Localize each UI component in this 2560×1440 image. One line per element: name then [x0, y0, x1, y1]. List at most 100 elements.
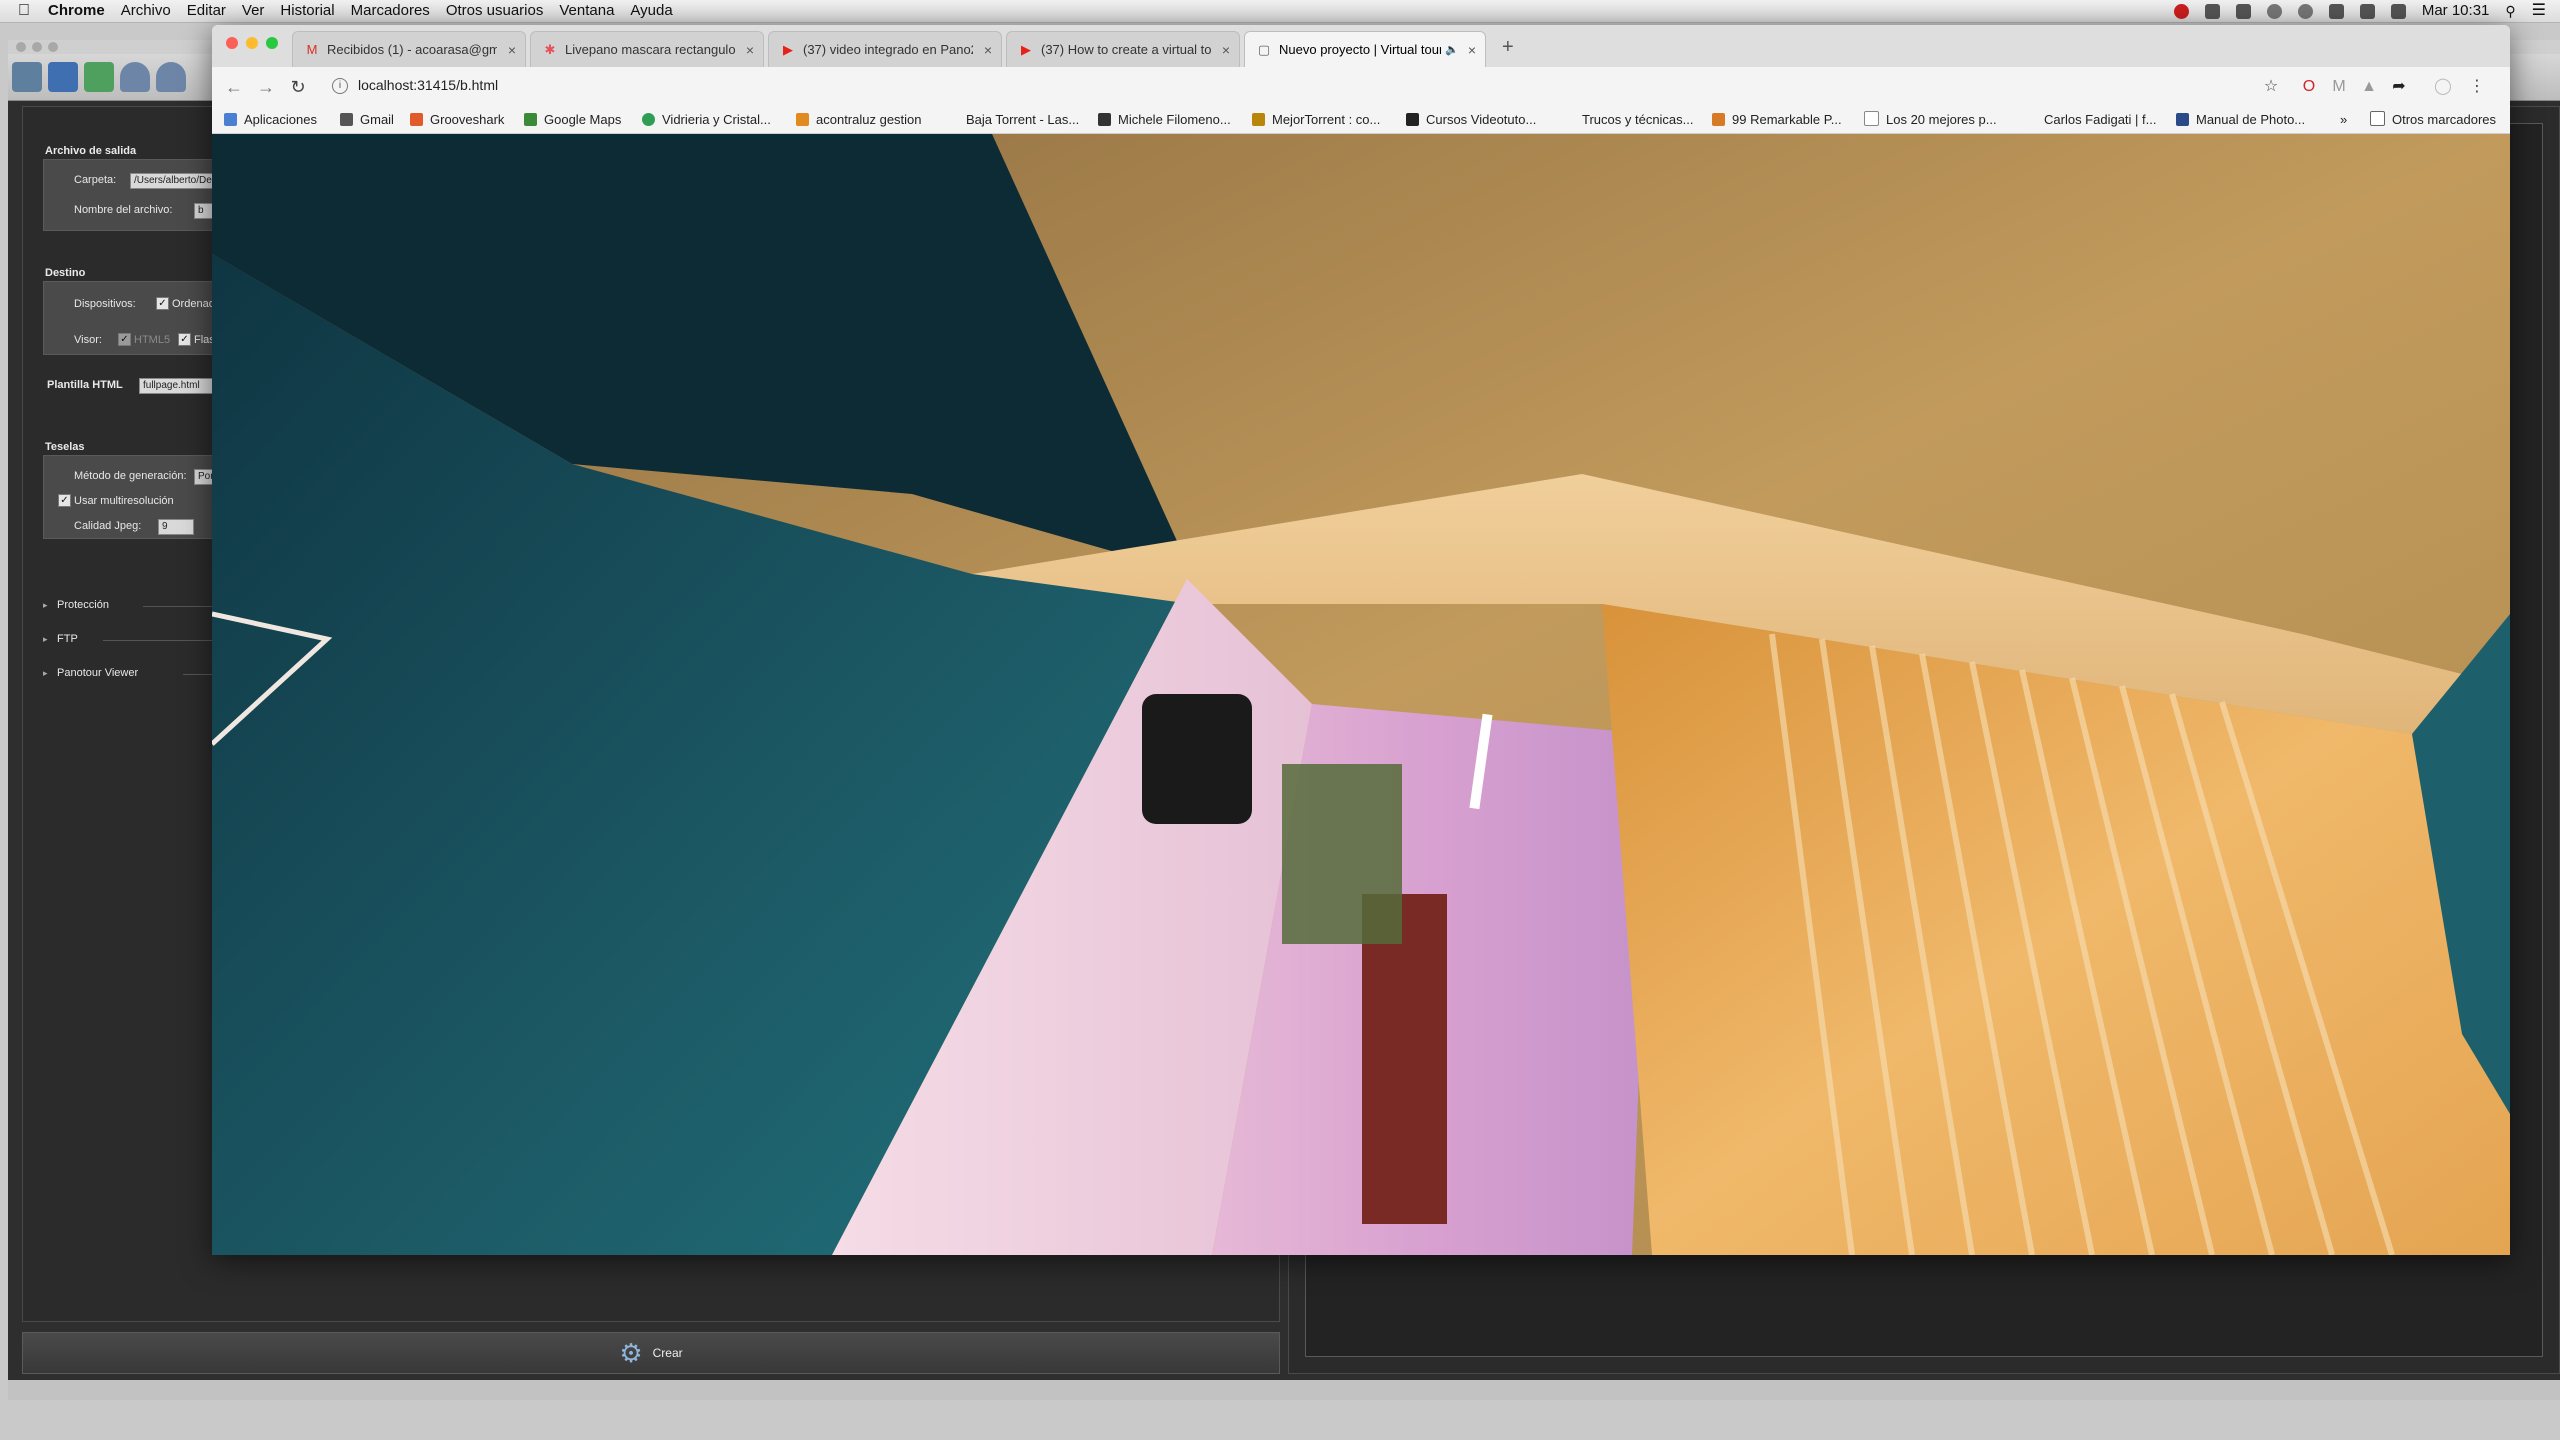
tab-youtube-video-pano2vr[interactable]: ▶ (37) video integrado en Pano2VR ×	[768, 31, 1002, 68]
wifi-tray-icon[interactable]	[2359, 3, 2375, 19]
viewer-html5-checkbox[interactable]: ✓	[118, 333, 131, 346]
bookmark-otros-marcadores[interactable]: Otros marcadores	[2370, 107, 2496, 133]
chrome-menu-icon[interactable]: ⋮	[2468, 78, 2486, 96]
bookmark-carlos-fadigati[interactable]: Carlos Fadigati | f...	[2044, 107, 2156, 133]
address-bar-url: localhost:31415/b.html	[358, 77, 499, 93]
tab-title: Recibidos (1) - acoarasa@gmail.com	[327, 42, 497, 57]
menu-ventana[interactable]: Ventana	[559, 0, 614, 22]
bookmark-cursos-videotuto[interactable]: Cursos Videotuto...	[1406, 107, 1536, 133]
new-tab-button[interactable]: +	[1502, 37, 1514, 57]
gmail-icon: M	[306, 42, 318, 57]
tab-title: Livepano mascara rectangulo	[565, 42, 735, 57]
zoom-window-button[interactable]	[266, 37, 278, 49]
jpeg-quality-stepper[interactable]: 9	[158, 519, 194, 535]
drive-extension-icon[interactable]: ▲	[2360, 78, 2378, 96]
time-machine-tray-icon[interactable]	[2297, 3, 2313, 19]
tab-gmail[interactable]: M Recibidos (1) - acoarasa@gmail.com ×	[292, 31, 526, 68]
bookmark-baja-torrent[interactable]: Baja Torrent - Las...	[966, 107, 1079, 133]
bookmark-label: Baja Torrent - Las...	[966, 112, 1080, 127]
bookmark-vidrieria[interactable]: Vidrieria y Cristal...	[642, 107, 771, 133]
add-panorama-icon[interactable]	[84, 62, 114, 92]
bookmark-star-icon[interactable]: ☆	[2262, 78, 2280, 96]
menu-archivo[interactable]: Archivo	[121, 0, 171, 22]
viewer-html5-label: HTML5	[134, 334, 171, 346]
panorama-viewer[interactable]	[212, 134, 2510, 1255]
address-bar[interactable]: i localhost:31415/b.html	[332, 77, 499, 95]
redo-icon[interactable]	[156, 62, 186, 92]
new-project-icon[interactable]	[12, 62, 42, 92]
bookmark-mejortorrent[interactable]: MejorTorrent : co...	[1252, 107, 1380, 133]
battery-tray-icon[interactable]	[2390, 3, 2406, 19]
section-proteccion[interactable]: Protección	[43, 599, 109, 611]
bluetooth-tray-icon[interactable]	[2328, 3, 2344, 19]
menu-marcadores[interactable]: Marcadores	[351, 0, 430, 22]
bookmark-google-maps[interactable]: Google Maps	[524, 107, 621, 133]
gmail-extension-icon[interactable]: M	[2330, 78, 2348, 96]
forward-arrow-icon[interactable]: →	[254, 75, 278, 99]
tab-nuevo-proyecto[interactable]: ▢ Nuevo proyecto | Virtual tour 🔈 ×	[1244, 31, 1486, 68]
tab-livepano[interactable]: ✱ Livepano mascara rectangulo ×	[530, 31, 764, 68]
save-icon[interactable]	[48, 62, 78, 92]
sync-tray-icon[interactable]	[2266, 3, 2282, 19]
bookmark-gmail[interactable]: Gmail	[340, 107, 394, 133]
close-tab-icon[interactable]: ×	[508, 32, 516, 68]
vodafone-tray-icon[interactable]	[2173, 3, 2189, 19]
page-viewport[interactable]	[212, 134, 2510, 1255]
speaker-icon[interactable]: 🔈	[1445, 32, 1459, 68]
menu-app-name[interactable]: Chrome	[48, 0, 105, 22]
notification-center-icon[interactable]: ☰	[2532, 0, 2546, 22]
close-tab-icon[interactable]: ×	[984, 32, 992, 68]
close-tab-icon[interactable]: ×	[1468, 32, 1476, 68]
devices-computer-checkbox[interactable]: ✓	[156, 297, 169, 310]
bookmark-aplicaciones[interactable]: Aplicaciones	[224, 107, 317, 133]
create-button[interactable]: ⚙ Crear	[22, 1332, 1280, 1374]
viewer-flash-checkbox[interactable]: ✓	[178, 333, 191, 346]
minimize-window-button[interactable]	[246, 37, 258, 49]
apple-menu-icon[interactable]: 	[18, 0, 32, 22]
template-label: Plantilla HTML	[47, 379, 123, 391]
bookmark-acontraluz[interactable]: acontraluz gestion	[796, 107, 922, 133]
panotour-minimize-button[interactable]	[32, 42, 42, 52]
panotour-zoom-button[interactable]	[48, 42, 58, 52]
tab-youtube-virtual-tour[interactable]: ▶ (37) How to create a virtual tour ×	[1006, 31, 1240, 68]
undo-icon[interactable]	[120, 62, 150, 92]
opera-extension-icon[interactable]: O	[2300, 78, 2318, 96]
menu-ayuda[interactable]: Ayuda	[630, 0, 672, 22]
profile-icon[interactable]: ◯	[2434, 78, 2452, 96]
share-extension-icon[interactable]: ➦	[2390, 78, 2408, 96]
menubar-clock[interactable]: Mar 10:31	[2422, 0, 2490, 22]
back-arrow-icon[interactable]: ←	[222, 75, 246, 99]
bookmark-michele-filomeno[interactable]: Michele Filomeno...	[1098, 107, 1231, 133]
bookmark-manual-photoshop[interactable]: Manual de Photo...	[2176, 107, 2305, 133]
youtube-icon: ▶	[1021, 42, 1031, 57]
menu-ver[interactable]: Ver	[242, 0, 265, 22]
reload-icon[interactable]: ↻	[286, 75, 310, 99]
dropbox-tray-icon[interactable]	[2204, 3, 2220, 19]
bookmark-grooveshark[interactable]: Grooveshark	[410, 107, 504, 133]
info-icon[interactable]: i	[332, 78, 348, 95]
tiles-section-title: Teselas	[45, 441, 85, 453]
spotlight-search-icon[interactable]: ⚲	[2505, 0, 2515, 22]
bookmark-trucos-tecnicas[interactable]: Trucos y técnicas...	[1582, 107, 1694, 133]
close-window-button[interactable]	[226, 37, 238, 49]
jpeg-quality-label: Calidad Jpeg:	[74, 520, 142, 532]
livepano-icon: ✱	[544, 42, 556, 57]
google-icon	[340, 113, 353, 126]
menu-editar[interactable]: Editar	[187, 0, 226, 22]
manual-icon	[2176, 113, 2189, 126]
bookmark-los-20-mejores[interactable]: Los 20 mejores p...	[1864, 107, 1997, 133]
multires-checkbox[interactable]: ✓	[58, 494, 71, 507]
section-panotour-viewer[interactable]: Panotour Viewer	[43, 667, 138, 679]
bookmarks-overflow-chevron-icon[interactable]: »	[2340, 107, 2347, 133]
volume-tray-icon[interactable]	[2235, 3, 2251, 19]
menu-otros-usuarios[interactable]: Otros usuarios	[446, 0, 544, 22]
menu-historial[interactable]: Historial	[280, 0, 334, 22]
bookmark-99-remarkable[interactable]: 99 Remarkable P...	[1712, 107, 1842, 133]
vidrieria-icon	[642, 113, 655, 126]
bookmark-label: Los 20 mejores p...	[1886, 112, 1997, 127]
close-tab-icon[interactable]: ×	[1222, 32, 1230, 68]
section-ftp[interactable]: FTP	[43, 633, 78, 645]
macos-menubar:  Chrome Archivo Editar Ver Historial Ma…	[0, 0, 2560, 23]
close-tab-icon[interactable]: ×	[746, 32, 754, 68]
panotour-close-button[interactable]	[16, 42, 26, 52]
